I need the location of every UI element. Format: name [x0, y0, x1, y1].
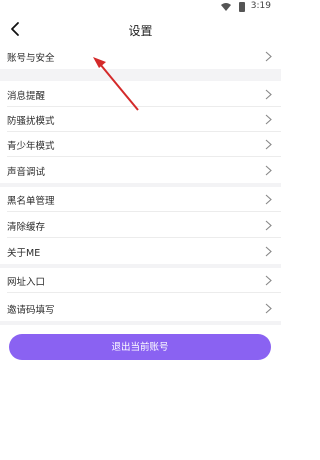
- chevron-right-icon: [265, 246, 272, 257]
- row-label: 账号与安全: [7, 53, 55, 64]
- chevron-right-icon: [265, 139, 272, 150]
- settings-row-sound-debug[interactable]: 声音调试: [0, 158, 281, 183]
- wifi-icon: [221, 3, 231, 11]
- chevron-right-icon: [265, 303, 272, 314]
- settings-row-invite-code[interactable]: 邀请码填写: [0, 296, 281, 321]
- chevron-right-icon: [265, 51, 272, 62]
- row-label: 关于ME: [7, 248, 41, 259]
- navigation-bar: 设置: [0, 14, 281, 46]
- row-separator: [7, 156, 281, 157]
- logout-button[interactable]: 退出当前账号: [9, 334, 271, 360]
- chevron-right-icon: [265, 220, 272, 231]
- chevron-right-icon: [265, 89, 272, 100]
- group-divider: [0, 321, 281, 325]
- settings-row-url-entry[interactable]: 网址入口: [0, 268, 281, 293]
- row-label: 清除缓存: [7, 222, 46, 233]
- settings-row-clear-cache[interactable]: 清除缓存: [0, 213, 281, 238]
- row-label: 网址入口: [7, 277, 46, 288]
- row-label: 青少年模式: [7, 141, 55, 152]
- row-label: 防骚扰模式: [7, 116, 55, 127]
- group-divider: [0, 69, 281, 81]
- battery-icon: [239, 2, 245, 12]
- status-bar: 3:19: [0, 0, 281, 14]
- settings-row-teen-mode[interactable]: 青少年模式: [0, 132, 281, 157]
- page-title: 设置: [128, 24, 153, 38]
- row-separator: [7, 292, 281, 293]
- settings-row-about[interactable]: 关于ME: [0, 239, 281, 264]
- chevron-right-icon: [265, 194, 272, 205]
- row-separator: [7, 237, 281, 238]
- row-label: 邀请码填写: [7, 305, 55, 316]
- settings-row-blacklist[interactable]: 黑名单管理: [0, 187, 281, 212]
- row-label: 黑名单管理: [7, 196, 55, 207]
- settings-row-message-notification[interactable]: 消息提醒: [0, 82, 281, 107]
- settings-row-account-security[interactable]: 账号与安全: [0, 44, 281, 69]
- row-label: 消息提醒: [7, 91, 46, 102]
- chevron-right-icon: [265, 275, 272, 286]
- settings-row-anti-harassment[interactable]: 防骚扰模式: [0, 107, 281, 132]
- chevron-right-icon: [265, 165, 272, 176]
- row-separator: [7, 211, 281, 212]
- row-label: 声音调试: [7, 167, 46, 178]
- status-time: 3:19: [250, 1, 271, 11]
- chevron-right-icon: [265, 114, 272, 125]
